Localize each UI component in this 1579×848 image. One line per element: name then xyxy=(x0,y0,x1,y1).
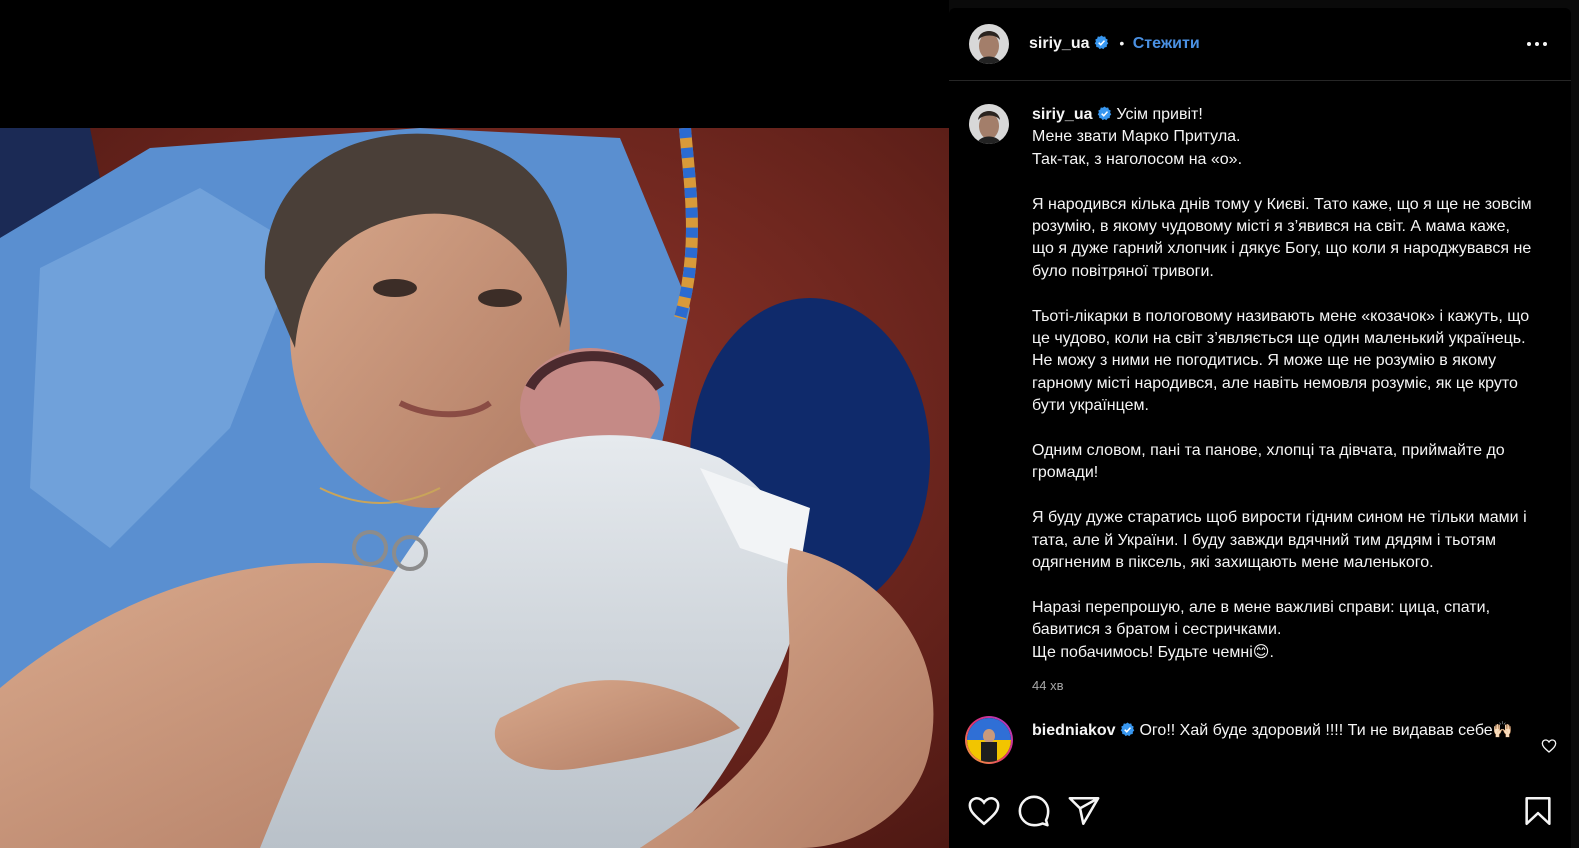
caption-paragraph-2: Тьоті-лікарки в пологовому називають мен… xyxy=(1032,307,1530,415)
caption-greeting: Усім привіт! xyxy=(1116,106,1203,123)
avatar-image xyxy=(969,24,1009,64)
photo-illustration xyxy=(0,128,949,848)
caption-paragraph-5: Наразі перепрошую, але в мене важливі сп… xyxy=(1032,598,1491,639)
verified-badge-icon xyxy=(1097,106,1112,121)
avatar-image xyxy=(967,718,1011,762)
verified-badge-icon xyxy=(1094,35,1109,50)
avatar-image xyxy=(969,104,1009,144)
author-username[interactable]: siriy_ua xyxy=(1029,35,1089,52)
follow-button[interactable]: Стежити xyxy=(1133,35,1200,52)
verified-badge-icon xyxy=(1120,722,1135,737)
post-photo[interactable] xyxy=(0,128,949,848)
caption-line-1: siriy_ua Усім привіт! xyxy=(1032,104,1532,126)
separator-dot: • xyxy=(1119,35,1125,51)
caption-author-avatar[interactable] xyxy=(969,104,1009,144)
post-timestamp[interactable]: 44 хв xyxy=(1032,678,1063,693)
heart-icon[interactable] xyxy=(967,794,1001,828)
more-options-icon[interactable] xyxy=(1525,34,1549,54)
comment-text: biedniakov Ого!! Хай буде здоровий !!!! … xyxy=(1032,720,1532,742)
caption-username[interactable]: siriy_ua xyxy=(1032,106,1092,123)
comment-like-heart-icon[interactable] xyxy=(1541,738,1557,754)
author-avatar[interactable] xyxy=(969,24,1009,64)
commenter-username[interactable]: biedniakov xyxy=(1032,722,1116,739)
post-media-area xyxy=(0,0,949,848)
caption-paragraph-3: Одним словом, пані та панове, хлопці та … xyxy=(1032,442,1505,482)
post-side-panel: siriy_ua • Стежити siriy_ua Усім привіт!… xyxy=(949,8,1571,848)
caption-line-2: Мене звати Марко Притула. xyxy=(1032,128,1241,146)
post-action-bar xyxy=(949,792,1571,832)
caption-paragraph-4: Я буду дуже старатись щоб вирости гідним… xyxy=(1032,509,1527,572)
commenter-avatar[interactable] xyxy=(965,716,1013,764)
comment-body: Ого!! Хай буде здоровий !!!! Ти не видав… xyxy=(1139,722,1513,739)
comment-icon[interactable] xyxy=(1017,794,1051,828)
caption-paragraph-6: Ще побачимось! Будьте чемні😊. xyxy=(1032,643,1274,661)
post-header: siriy_ua • Стежити xyxy=(949,8,1571,81)
caption-line-3: Так-так, з наголосом на «о». xyxy=(1032,150,1243,168)
share-icon[interactable] xyxy=(1067,794,1101,828)
header-user-line: siriy_ua • Стежити xyxy=(1029,35,1200,53)
caption-paragraph-1: Я народився кілька днів тому у Києві. Та… xyxy=(1032,195,1532,280)
caption-text: siriy_ua Усім привіт! Мене звати Марко П… xyxy=(1032,104,1532,664)
bookmark-icon[interactable] xyxy=(1521,794,1555,828)
